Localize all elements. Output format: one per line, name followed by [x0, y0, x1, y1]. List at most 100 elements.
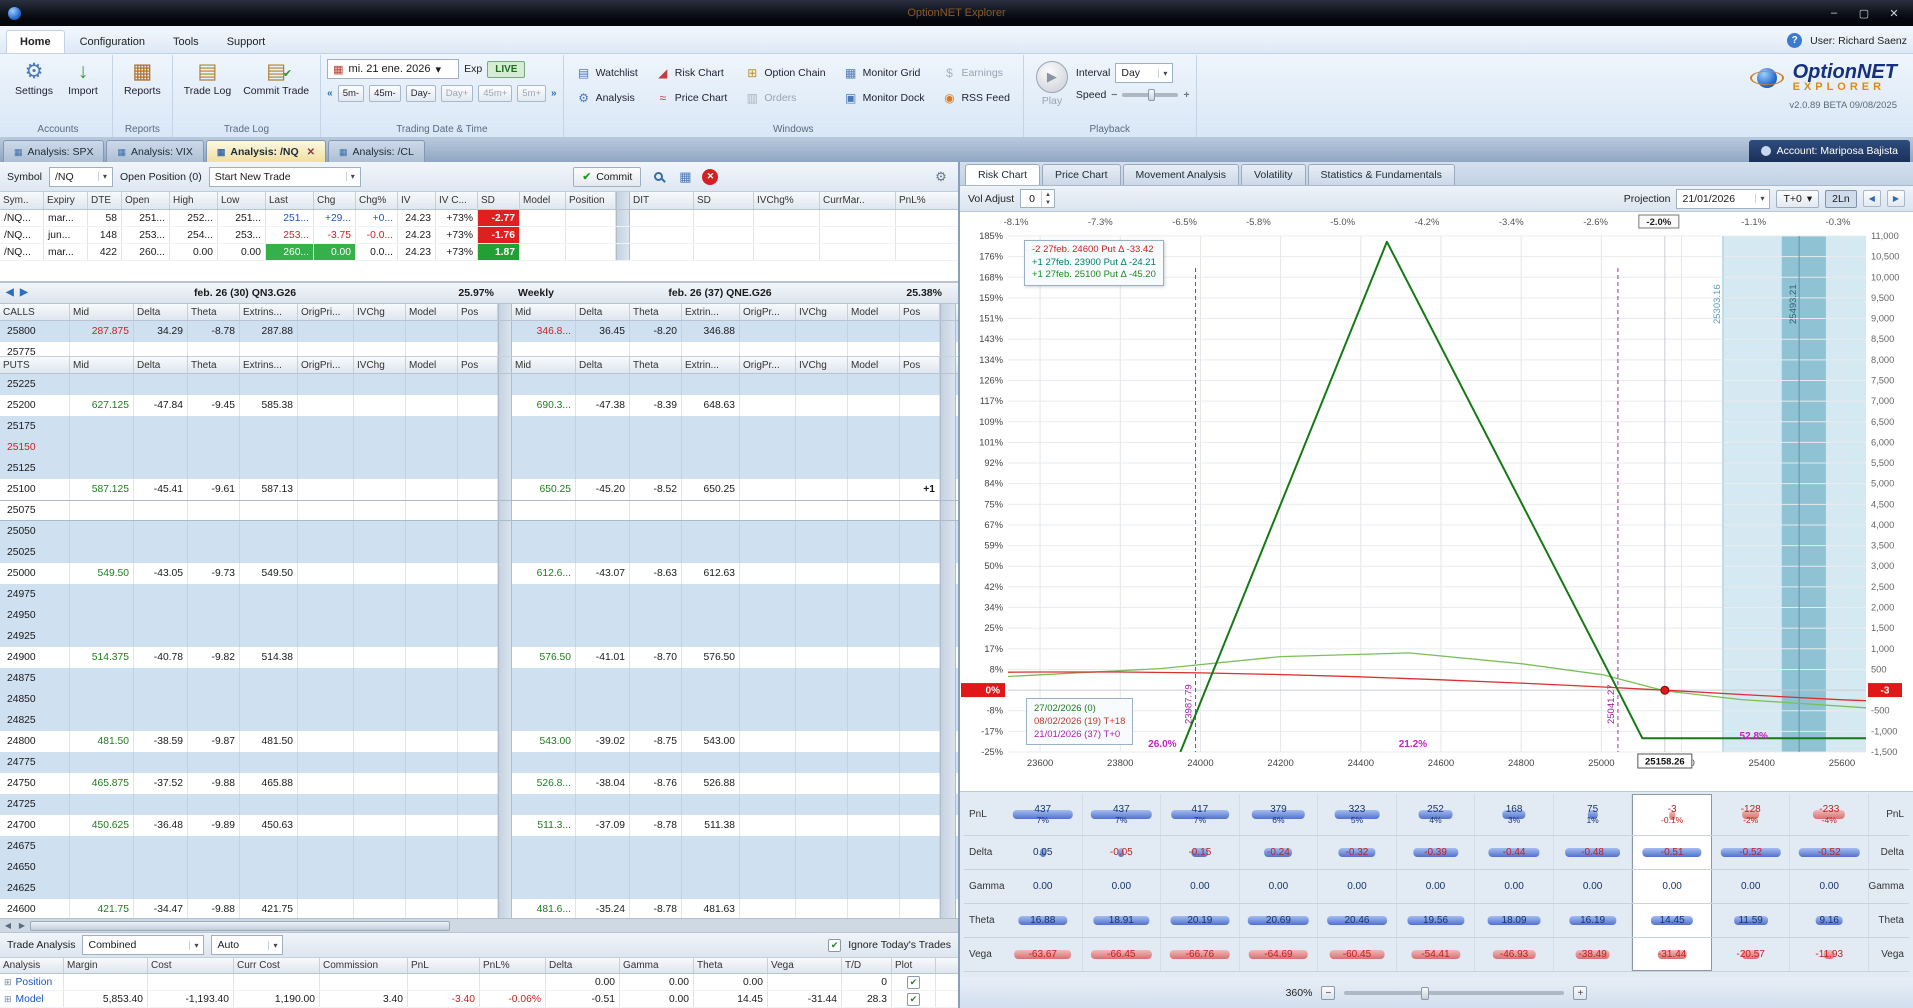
zoom-out-button[interactable]: −	[1321, 986, 1336, 1000]
option-row[interactable]: 25775	[0, 342, 958, 356]
vertical-scrollbar[interactable]	[940, 731, 956, 752]
option-row[interactable]: 25050	[0, 521, 958, 542]
vertical-scrollbar[interactable]	[498, 395, 512, 416]
vertical-scrollbar[interactable]	[498, 563, 512, 584]
analysis-button[interactable]: ⚙ Analysis	[570, 86, 645, 109]
rewind-icon[interactable]: «	[327, 88, 333, 99]
watchlist-button[interactable]: ▤ Watchlist	[570, 61, 645, 84]
option-row[interactable]: 24925	[0, 626, 958, 647]
zoom-in-button[interactable]: +	[1573, 986, 1588, 1000]
option-row[interactable]: 25225	[0, 374, 958, 395]
risk-chart-area[interactable]: 185% 11,000 176% 10,500 168% 10,000 159% 9,500 1…	[960, 212, 1913, 792]
vertical-scrollbar[interactable]	[940, 458, 956, 479]
tab-statistics-fundamentals[interactable]: Statistics & Fundamentals	[1307, 164, 1455, 185]
zoom-search-icon[interactable]	[648, 167, 668, 187]
option-row[interactable]: 25175	[0, 416, 958, 437]
option-row[interactable]: 24750 465.875 -37.52 -9.88 465.88 526.8... -38…	[0, 773, 958, 794]
vertical-scrollbar[interactable]	[498, 605, 512, 626]
vertical-scrollbar[interactable]	[498, 899, 512, 918]
vertical-scrollbar[interactable]	[498, 647, 512, 668]
maximize-button[interactable]: ▢	[1849, 0, 1879, 26]
minimize-button[interactable]: –	[1819, 0, 1849, 26]
vertical-scrollbar[interactable]	[940, 479, 956, 500]
interval-select[interactable]: Day ▾	[1115, 63, 1174, 83]
ignore-trades-checkbox[interactable]: ✔	[828, 938, 842, 952]
option-row[interactable]: 24900 514.375 -40.78 -9.82 514.38 576.50 -41.0…	[0, 647, 958, 668]
prev-expiry-button[interactable]: ◀	[6, 287, 14, 298]
import-button[interactable]: ↓ Import	[60, 57, 106, 100]
vertical-scrollbar[interactable]	[940, 689, 956, 710]
vertical-scrollbar[interactable]	[616, 244, 630, 260]
vol-adjust-spinner[interactable]: 0 ▲ ▼	[1020, 189, 1055, 208]
monitor-dock-button[interactable]: ▣ Monitor Dock	[837, 86, 932, 109]
vertical-scrollbar[interactable]	[616, 192, 630, 209]
vertical-scrollbar[interactable]	[498, 416, 512, 437]
option-row[interactable]: 24950	[0, 605, 958, 626]
step-day-back-button[interactable]: Day-	[405, 85, 436, 102]
vertical-scrollbar[interactable]	[498, 794, 512, 815]
option-row[interactable]: 24775	[0, 752, 958, 773]
vertical-scrollbar[interactable]	[940, 815, 956, 836]
vertical-scrollbar[interactable]	[940, 878, 956, 899]
option-row[interactable]: 24800 481.50 -38.59 -9.87 481.50 543.00 -39.02…	[0, 731, 958, 752]
option-row[interactable]: 24875	[0, 668, 958, 689]
trade-select[interactable]: Start New Trade ▾	[208, 166, 361, 187]
close-button[interactable]: ✕	[1879, 0, 1909, 26]
menu-tools[interactable]: Tools	[160, 31, 212, 53]
option-row[interactable]: 24725	[0, 794, 958, 815]
vertical-scrollbar[interactable]	[498, 668, 512, 689]
projection-date-select[interactable]: 21/01/2026 ▾	[1676, 188, 1771, 209]
futures-row[interactable]: /NQ... mar... 58 251... 252... 251... 251... +2…	[0, 210, 958, 227]
expand-icon[interactable]: ⊞	[4, 994, 12, 1005]
vertical-scrollbar[interactable]	[940, 521, 956, 542]
vertical-scrollbar[interactable]	[940, 668, 956, 689]
vertical-scrollbar[interactable]	[616, 227, 630, 243]
option-row[interactable]: 24675	[0, 836, 958, 857]
live-button[interactable]: LIVE	[487, 60, 526, 78]
vertical-scrollbar[interactable]	[940, 626, 956, 647]
zoom-slider[interactable]	[1344, 987, 1565, 1000]
vertical-scrollbar[interactable]	[940, 395, 956, 416]
tab-movement-analysis[interactable]: Movement Analysis	[1122, 164, 1239, 185]
option-row[interactable]: 25000 549.50 -43.05 -9.73 549.50 612.6... -43.…	[0, 563, 958, 584]
tab-analysis-spx[interactable]: ▦ Analysis: SPX	[3, 140, 105, 162]
chart-prev-button[interactable]: ◀	[1862, 190, 1881, 207]
vertical-scrollbar[interactable]	[498, 321, 512, 342]
vertical-scrollbar[interactable]	[498, 836, 512, 857]
spinner-arrows[interactable]: ▲ ▼	[1040, 190, 1054, 207]
vertical-scrollbar[interactable]	[940, 899, 956, 918]
next-expiry-button[interactable]: ▶	[20, 287, 28, 298]
step-5m-back-button[interactable]: 5m-	[337, 85, 365, 102]
vertical-scrollbar[interactable]	[940, 857, 956, 878]
vertical-scrollbar[interactable]	[940, 794, 956, 815]
help-icon[interactable]: ?	[1787, 33, 1803, 48]
vertical-scrollbar[interactable]	[940, 321, 956, 342]
tab-risk-chart[interactable]: Risk Chart	[965, 164, 1041, 185]
tab-analysis-cl[interactable]: ▦ Analysis: /CL	[328, 140, 425, 162]
vertical-scrollbar[interactable]	[498, 437, 512, 458]
vertical-scrollbar[interactable]	[940, 710, 956, 731]
vertical-scrollbar[interactable]	[498, 458, 512, 479]
option-row[interactable]: 24625	[0, 878, 958, 899]
vertical-scrollbar[interactable]	[498, 501, 512, 520]
chart-next-button[interactable]: ▶	[1886, 190, 1905, 207]
settings-button[interactable]: ⚙ Settings	[10, 57, 58, 100]
vertical-scrollbar[interactable]	[940, 563, 956, 584]
up-icon[interactable]: ▲	[1042, 191, 1054, 199]
vertical-scrollbar[interactable]	[498, 689, 512, 710]
option-row[interactable]: 24650	[0, 857, 958, 878]
vertical-scrollbar[interactable]	[498, 304, 512, 320]
vertical-scrollbar[interactable]	[940, 584, 956, 605]
option-chain-button[interactable]: ⊞ Option Chain	[738, 61, 832, 84]
menu-support[interactable]: Support	[214, 31, 279, 53]
price-chart-button[interactable]: ≈ Price Chart	[649, 86, 735, 109]
vertical-scrollbar[interactable]	[498, 357, 512, 373]
vertical-scrollbar[interactable]	[940, 752, 956, 773]
horizontal-scrollbar[interactable]: ◀ ▶	[0, 918, 958, 932]
commit-trade-button[interactable]: ▤ ✔ Commit Trade	[238, 57, 314, 100]
reports-button[interactable]: ▦ Reports	[119, 57, 166, 100]
vertical-scrollbar[interactable]	[940, 501, 956, 520]
vertical-scrollbar[interactable]	[498, 773, 512, 794]
option-row[interactable]: 25100 587.125 -45.41 -9.61 587.13 650.25 -45.2…	[0, 479, 958, 500]
tab-analysis-vix[interactable]: ▦ Analysis: VIX	[106, 140, 204, 162]
